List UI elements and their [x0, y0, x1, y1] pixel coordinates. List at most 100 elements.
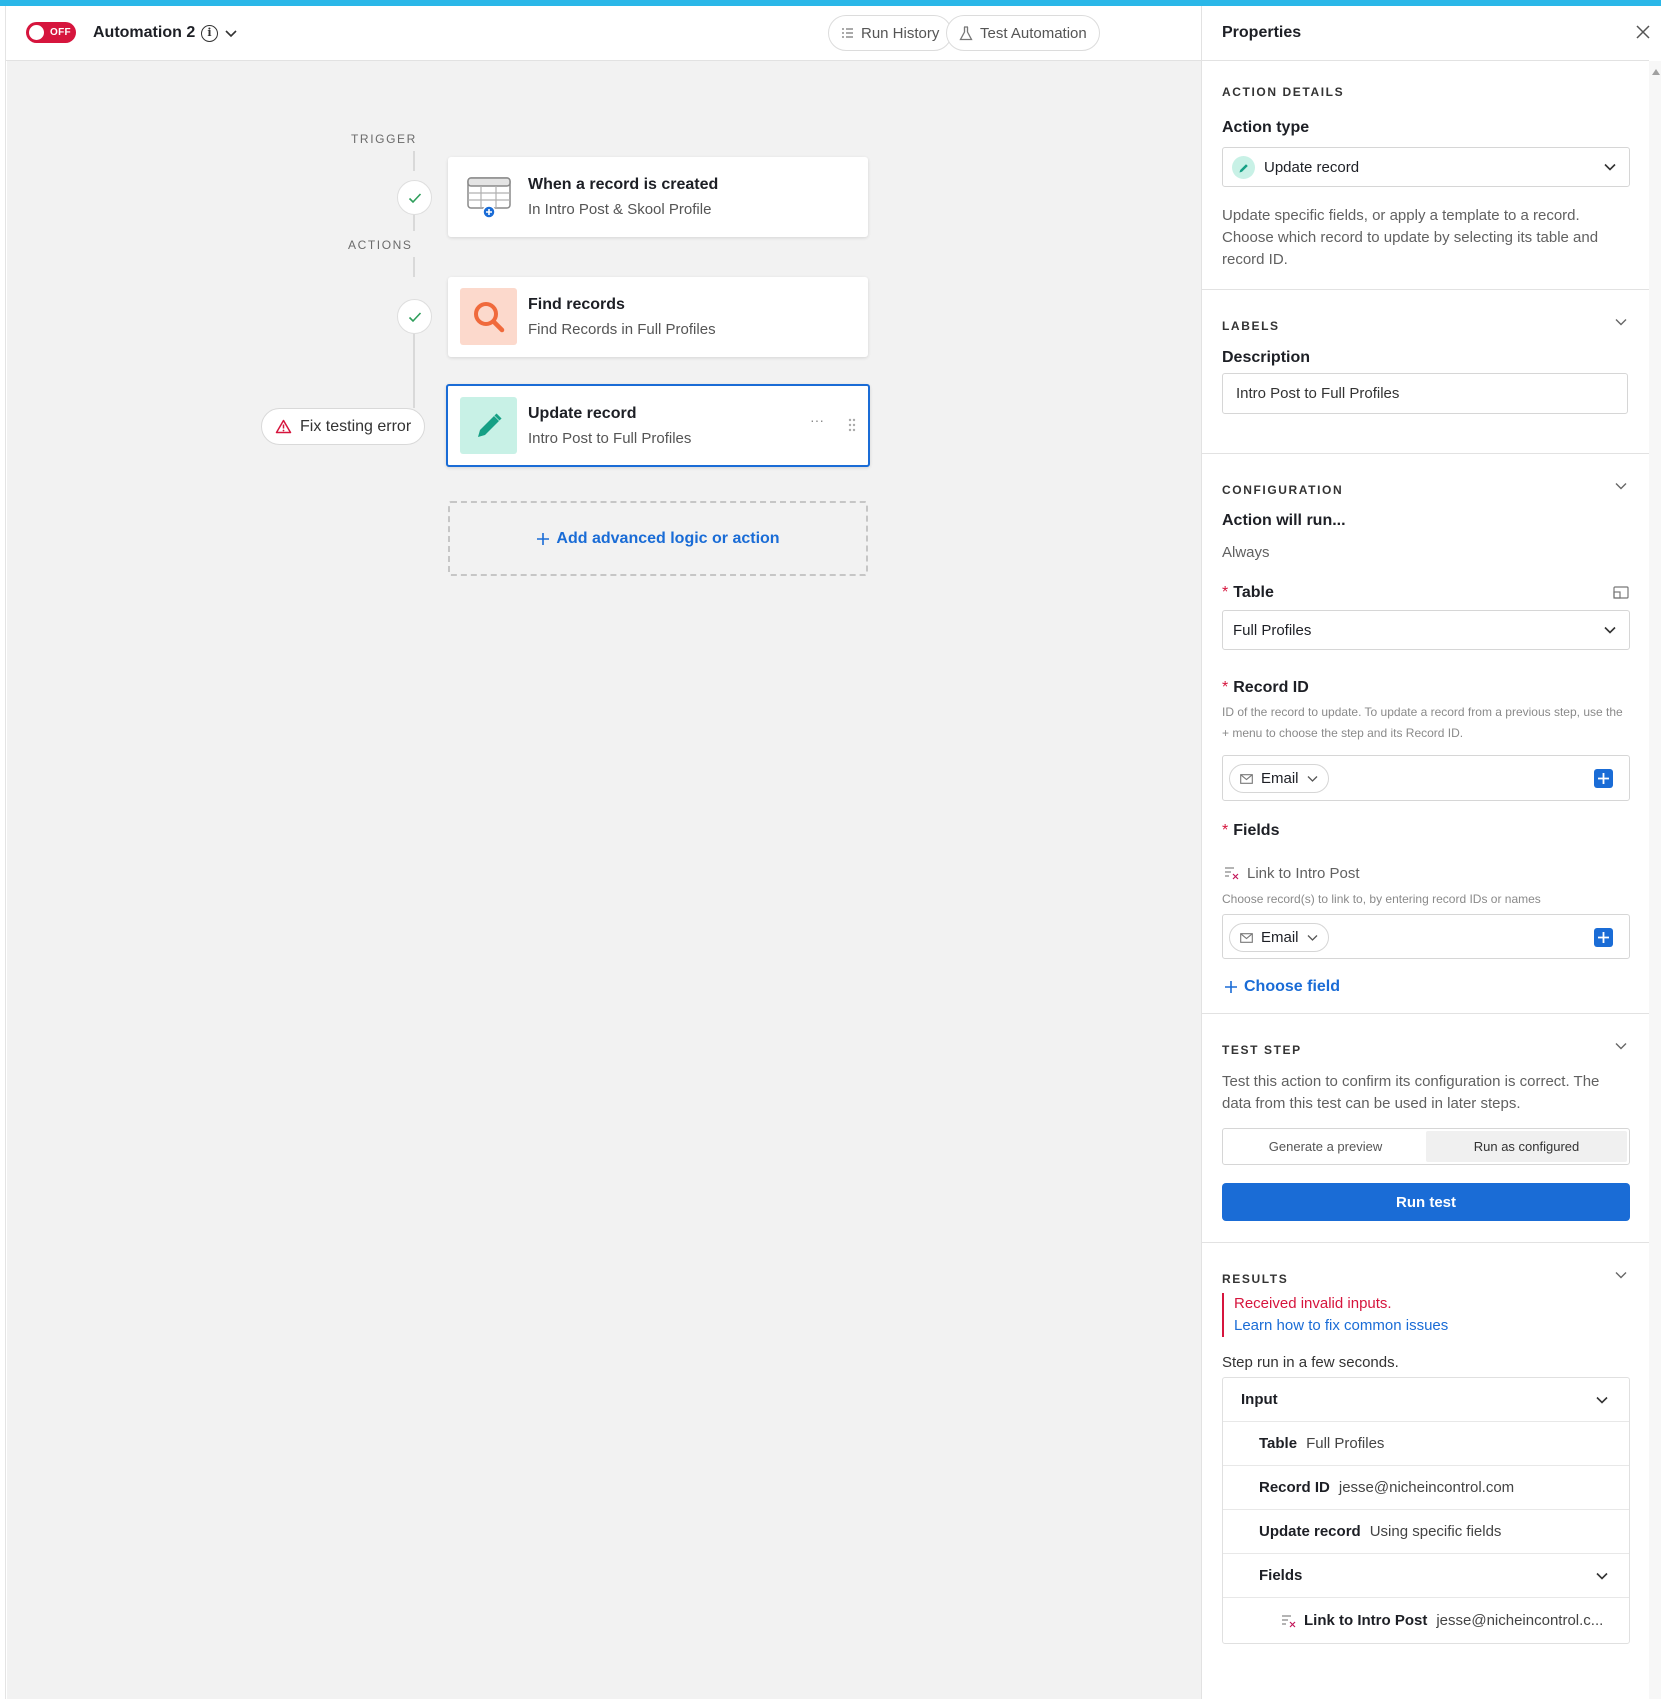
linked-field-icon [1225, 867, 1239, 880]
toggle-label: OFF [50, 27, 71, 38]
actions-label: ACTIONS [348, 238, 413, 252]
run-as-configured-option[interactable]: Run as configured [1426, 1131, 1627, 1162]
find-status-check [397, 299, 432, 334]
input-toggle-row[interactable]: Input [1223, 1378, 1629, 1422]
expand-icon[interactable] [1613, 586, 1629, 599]
description-value: Intro Post to Full Profiles [1236, 385, 1400, 402]
result-row: Table Full Profiles [1223, 1422, 1629, 1466]
close-icon[interactable] [1636, 25, 1650, 39]
record-id-token[interactable]: Email [1229, 764, 1329, 793]
chevron-down-icon [1596, 1572, 1608, 1580]
field-name: Link to Intro Post [1247, 865, 1360, 882]
find-card-subtitle: Find Records in Full Profiles [528, 321, 716, 338]
insert-value-button[interactable] [1594, 769, 1613, 788]
fields-toggle-row[interactable]: Fields [1223, 1554, 1629, 1598]
more-options-icon[interactable]: ··· [810, 412, 824, 428]
scrollbar[interactable] [1649, 61, 1661, 1699]
result-value: Full Profiles [1306, 1435, 1385, 1452]
help-link[interactable]: Learn how to fix common issues [1234, 1315, 1448, 1337]
trigger-card[interactable]: When a record is created In Intro Post &… [448, 157, 868, 237]
automation-name[interactable]: Automation 2 [93, 24, 195, 42]
result-key: Update record [1259, 1523, 1361, 1540]
panel-title: Properties [1222, 24, 1302, 41]
connector-line [413, 257, 415, 277]
action-details-heading: ACTION DETAILS [1222, 85, 1345, 99]
action-type-value: Update record [1264, 159, 1360, 176]
test-automation-label: Test Automation [980, 24, 1087, 42]
table-select[interactable]: Full Profiles [1222, 610, 1630, 650]
plus-icon [1225, 981, 1237, 993]
trigger-status-check [397, 180, 432, 215]
list-icon [842, 28, 853, 38]
field-token-label: Email [1261, 929, 1299, 946]
run-test-button[interactable]: Run test [1222, 1183, 1630, 1221]
record-id-input[interactable]: Email [1222, 755, 1630, 801]
drag-handle-icon[interactable] [848, 418, 856, 432]
email-icon [1240, 773, 1253, 784]
record-id-token-label: Email [1261, 770, 1299, 787]
section-divider [1202, 1242, 1649, 1243]
chevron-down-icon[interactable] [1614, 1040, 1628, 1052]
warning-icon [275, 419, 292, 434]
test-step-heading: TEST STEP [1222, 1043, 1302, 1057]
chevron-down-icon [1307, 775, 1317, 782]
scroll-up-icon[interactable] [1652, 69, 1660, 75]
chevron-down-icon[interactable] [224, 23, 238, 43]
section-divider [1202, 289, 1649, 290]
table-value: Full Profiles [1233, 622, 1312, 639]
chevron-down-icon [1604, 626, 1616, 634]
results-input-box: Input Table Full Profiles Record ID jess… [1222, 1377, 1630, 1644]
trigger-card-subtitle: In Intro Post & Skool Profile [528, 201, 712, 218]
fix-testing-error-label: Fix testing error [300, 417, 412, 435]
find-card-title: Find records [528, 296, 625, 313]
action-type-select[interactable]: Update record [1222, 147, 1630, 187]
record-id-help: ID of the record to update. To update a … [1222, 705, 1623, 740]
error-callout: Received invalid inputs. Learn how to fi… [1222, 1293, 1448, 1337]
record-id-label: * Record ID [1222, 679, 1309, 696]
input-label: Input [1241, 1391, 1278, 1408]
description-label: Description [1222, 349, 1311, 366]
section-divider [1202, 453, 1649, 454]
result-value: Using specific fields [1369, 1523, 1502, 1540]
update-card-title: Update record [528, 405, 637, 422]
error-message: Received invalid inputs. [1234, 1295, 1392, 1312]
fix-testing-error-button[interactable]: Fix testing error [261, 408, 426, 445]
run-history-button[interactable]: Run History [828, 15, 953, 51]
choose-field-button[interactable]: Choose field [1224, 978, 1340, 996]
update-record-card[interactable]: Update record Intro Post to Full Profile… [446, 384, 870, 467]
test-automation-button[interactable]: Test Automation [946, 15, 1100, 51]
plus-icon [537, 532, 550, 545]
chevron-down-icon[interactable] [1614, 1269, 1628, 1281]
add-action-button[interactable]: Add advanced logic or action [448, 501, 868, 576]
add-action-label: Add advanced logic or action [556, 529, 780, 547]
email-icon [1240, 932, 1253, 943]
action-run-label: Action will run... [1222, 512, 1346, 529]
result-key: Link to Intro Post [1304, 1611, 1428, 1629]
result-key: Record ID [1259, 1479, 1330, 1496]
chevron-down-icon[interactable] [1614, 316, 1628, 328]
table-label: * Table [1222, 584, 1274, 601]
generate-preview-option[interactable]: Generate a preview [1225, 1131, 1426, 1162]
panel-header: Properties [1202, 6, 1650, 61]
pencil-icon [460, 397, 517, 454]
field-token[interactable]: Email [1229, 923, 1329, 952]
configuration-heading: CONFIGURATION [1222, 483, 1344, 497]
chevron-down-icon[interactable] [1614, 480, 1628, 492]
left-edge [0, 6, 6, 1699]
properties-panel: Properties ACTION DETAILS Action type Up… [1201, 6, 1661, 1699]
labels-heading: LABELS [1222, 319, 1280, 333]
result-row: Update record Using specific fields [1223, 1510, 1629, 1554]
find-records-card[interactable]: Find records Find Records in Full Profil… [448, 277, 868, 357]
automation-toggle[interactable]: OFF [26, 22, 76, 43]
insert-value-button[interactable] [1594, 928, 1613, 947]
section-divider [1202, 1013, 1649, 1014]
update-card-subtitle: Intro Post to Full Profiles [528, 430, 692, 447]
toggle-knob [29, 25, 44, 40]
info-icon[interactable]: i [201, 25, 218, 42]
linked-field-icon [1282, 1614, 1296, 1627]
fields-result-label: Fields [1259, 1567, 1303, 1584]
run-status: Step run in a few seconds. [1222, 1354, 1399, 1371]
description-input[interactable]: Intro Post to Full Profiles [1222, 373, 1628, 414]
field-value-input[interactable]: Email [1222, 914, 1630, 959]
connector-line [413, 151, 415, 171]
